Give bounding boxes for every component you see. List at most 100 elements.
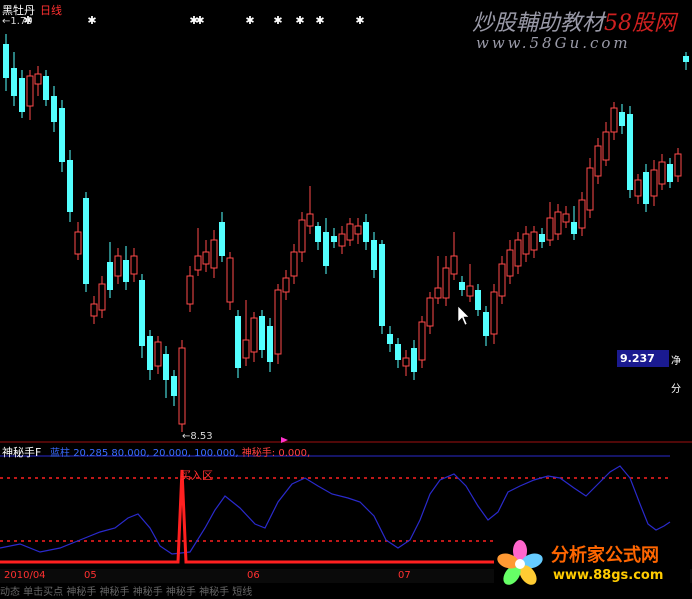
candle-down [459, 282, 465, 290]
candle-down [259, 316, 265, 350]
candle-up [186, 275, 194, 305]
kline-chart[interactable]: ✱ ✱ ✱✱ ✱ ✱ ✱ ✱ ✱ [0, 0, 692, 595]
signal-line [0, 469, 500, 564]
candle-up [658, 161, 666, 185]
star-marker-icon: ✱ [245, 14, 254, 27]
logo-title: 分析家公式网 [551, 545, 659, 566]
bottom-tab-strip[interactable]: 动态 单击买点 神秘手 神秘手 神秘手 神秘手 神秘手 短线 [0, 583, 252, 598]
candle-up [290, 251, 298, 277]
candle-up [242, 339, 250, 359]
candle-down [331, 236, 337, 242]
candle-down [619, 112, 625, 126]
chart-stage[interactable]: ✱ ✱ ✱ ✱ ✱ ✱ ✱ ✱ ✱ [0, 0, 692, 595]
date-label: 06 [247, 570, 260, 581]
mouse-pointer-icon [457, 305, 470, 326]
candle-down [627, 114, 633, 190]
candle-down [363, 222, 369, 242]
candle-up [114, 255, 122, 277]
candle-up [274, 289, 282, 355]
candle-down [219, 222, 225, 256]
candle-up [74, 231, 82, 255]
candle-down [411, 348, 417, 372]
candle-up [594, 145, 602, 177]
candle-down [139, 280, 145, 346]
candle-up [34, 73, 42, 85]
candle-down [83, 198, 89, 284]
candle-up [194, 255, 202, 271]
candle-up [610, 107, 618, 133]
candle-up [498, 263, 506, 297]
candle-down [571, 222, 577, 234]
side-label-net: 净 [671, 356, 681, 367]
candle-down [395, 344, 401, 360]
period-label[interactable]: 日线 [40, 2, 62, 18]
candle-up [586, 167, 594, 211]
candle-down [387, 334, 393, 344]
candle-up [522, 233, 530, 255]
candle-down [51, 96, 57, 122]
candle-down [163, 354, 169, 380]
candle-down [315, 226, 321, 242]
watermark-url: www.58Gu.com [476, 34, 631, 52]
candle-down [475, 290, 481, 310]
candle-down [371, 240, 377, 270]
candle-up [450, 255, 458, 275]
candle-up [282, 277, 290, 293]
current-price-tag: 9.237 [617, 350, 669, 367]
candle-down [171, 376, 177, 396]
candle-up [514, 239, 522, 267]
candle-down [19, 78, 25, 112]
candle-up [346, 223, 354, 241]
candle-up [418, 321, 426, 361]
candle-up [354, 225, 362, 235]
candle-up [402, 357, 410, 367]
candle-up [226, 257, 234, 303]
buy-zone-label: 买入区 [180, 469, 213, 482]
candle-down [667, 164, 673, 182]
logo-url: www.88gs.com [553, 568, 664, 583]
candle-down [379, 244, 385, 326]
candle-down [107, 262, 113, 290]
date-label: 07 [398, 570, 411, 581]
candle-up [562, 213, 570, 223]
side-label-split: 分 [671, 384, 681, 395]
candle-up [674, 153, 682, 177]
star-marker-icon: ✱ [295, 14, 304, 27]
indicator-name[interactable]: 神秘手F [2, 444, 41, 460]
candle-up [90, 303, 98, 317]
candle-up [26, 75, 34, 107]
star-marker-icon: ✱ [355, 14, 364, 27]
candle-up [490, 291, 498, 335]
watermark-title: 炒股輔助教材58股网 [472, 11, 677, 36]
candle-up [202, 251, 210, 265]
candle-down [483, 312, 489, 336]
date-label: 2010/04 [4, 570, 46, 581]
candle-up [546, 217, 554, 241]
candle-down [267, 326, 273, 362]
star-marker-icon: ✱ [87, 14, 96, 27]
star-marker-icon: ✱ [195, 14, 204, 27]
candle-up [178, 347, 186, 425]
candle-up [634, 179, 642, 197]
candle-down [235, 316, 241, 368]
candle-down [11, 68, 17, 96]
candle-down [643, 172, 649, 204]
candle-up [130, 255, 138, 275]
star-marker-icon: ✱ [315, 14, 324, 27]
indicator-params: 蓝柱 20.285 80.000, 20.000, 100.000, 神秘手: … [50, 448, 311, 459]
candle-down [147, 336, 153, 370]
candle-up [530, 231, 538, 251]
star-marker-icon: ✱ [273, 14, 282, 27]
candle-up [602, 131, 610, 161]
candle-down [67, 160, 73, 212]
candle-up [554, 211, 562, 235]
candle-down [323, 232, 329, 266]
candle-up [442, 267, 450, 299]
date-label: 05 [84, 570, 97, 581]
candle-up [434, 287, 442, 299]
candle-down [683, 56, 689, 62]
candle-up [98, 283, 106, 311]
candle-up [298, 219, 306, 253]
candle-up [466, 285, 474, 297]
high-price-label: ←1.70 [2, 16, 33, 27]
